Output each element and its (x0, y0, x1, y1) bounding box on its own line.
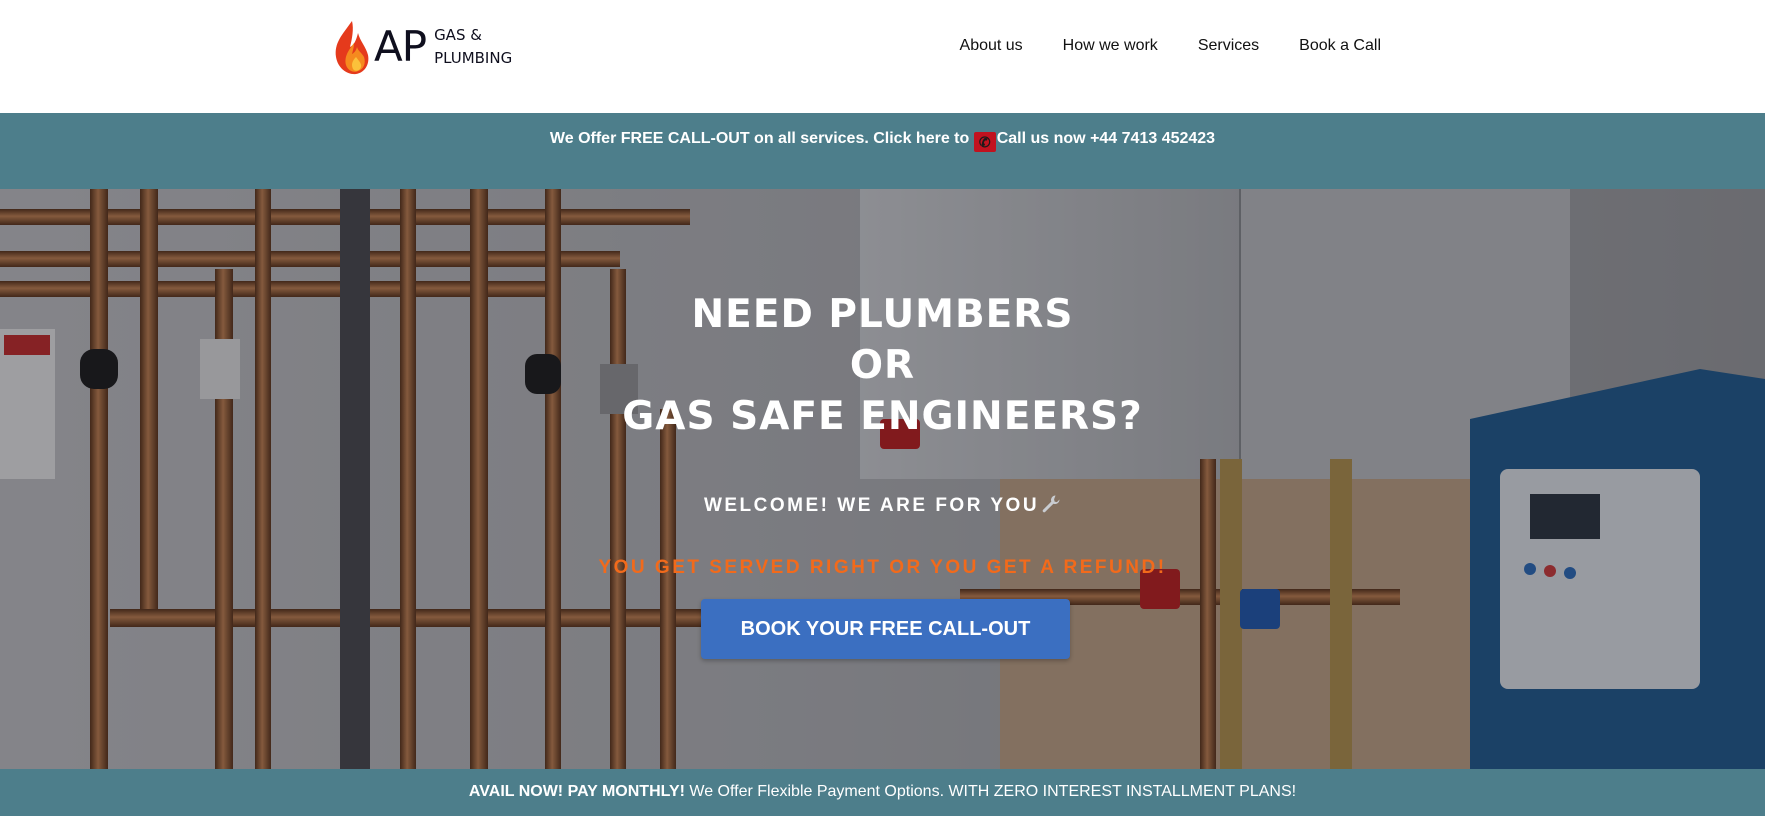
hero-welcome: WELCOME! WE ARE FOR YOU (0, 494, 1765, 518)
promo-intro-text: We Offer FREE CALL-OUT on all services. … (549, 130, 974, 147)
main-nav: About us How we work Services Book a Cal… (960, 35, 1381, 57)
site-header: AP GAS & PLUMBING About us How we work S… (0, 0, 1765, 113)
nav-book-a-call[interactable]: Book a Call (1299, 35, 1381, 57)
hero-title-line-1: NEED PLUMBERS (691, 292, 1074, 337)
book-free-callout-button[interactable]: BOOK YOUR FREE CALL-OUT (701, 599, 1070, 659)
refund-guarantee: YOU GET SERVED RIGHT OR YOU GET A REFUND… (598, 557, 1167, 578)
promo-text: We Offer FREE CALL-OUT on all services. … (0, 127, 1765, 152)
call-now-link[interactable]: ✆ Call us now +44 7413 452423 (973, 130, 1216, 152)
call-now-text: Call us now +44 7413 452423 (996, 130, 1216, 147)
payment-details: We Offer Flexible Payment Options. WITH … (684, 783, 1297, 800)
hero-title-line-3: GAS SAFE ENGINEERS? (622, 394, 1143, 439)
hero-section: NEED PLUMBERS OR GAS SAFE ENGINEERS? WEL… (0, 189, 1765, 769)
payment-bar: AVAIL NOW! PAY MONTHLY! We Offer Flexibl… (0, 769, 1765, 816)
nav-how-we-work[interactable]: How we work (1063, 35, 1158, 57)
logo-line-1: GAS & (434, 26, 482, 44)
nav-services[interactable]: Services (1198, 35, 1259, 57)
hero-title: NEED PLUMBERS OR GAS SAFE ENGINEERS? (0, 289, 1765, 442)
logo-mark-text: AP (374, 22, 427, 71)
hero-welcome-text: WELCOME! WE ARE FOR YOU (703, 495, 1040, 516)
payment-text: AVAIL NOW! PAY MONTHLY! We Offer Flexibl… (0, 781, 1765, 803)
logo-subtitle: GAS & PLUMBING (434, 24, 512, 70)
hero-overlay (0, 189, 1765, 769)
phone-icon: ✆ (973, 132, 996, 152)
hero-title-line-2: OR (849, 343, 916, 388)
nav-about-us[interactable]: About us (960, 35, 1023, 57)
site-logo[interactable]: AP GAS & PLUMBING (332, 18, 512, 76)
flame-icon (335, 21, 369, 75)
wrench-icon (1042, 495, 1060, 513)
promo-bar: We Offer FREE CALL-OUT on all services. … (0, 113, 1765, 189)
logo-line-2: PLUMBING (434, 49, 513, 67)
payment-highlight: AVAIL NOW! PAY MONTHLY! (468, 783, 685, 800)
